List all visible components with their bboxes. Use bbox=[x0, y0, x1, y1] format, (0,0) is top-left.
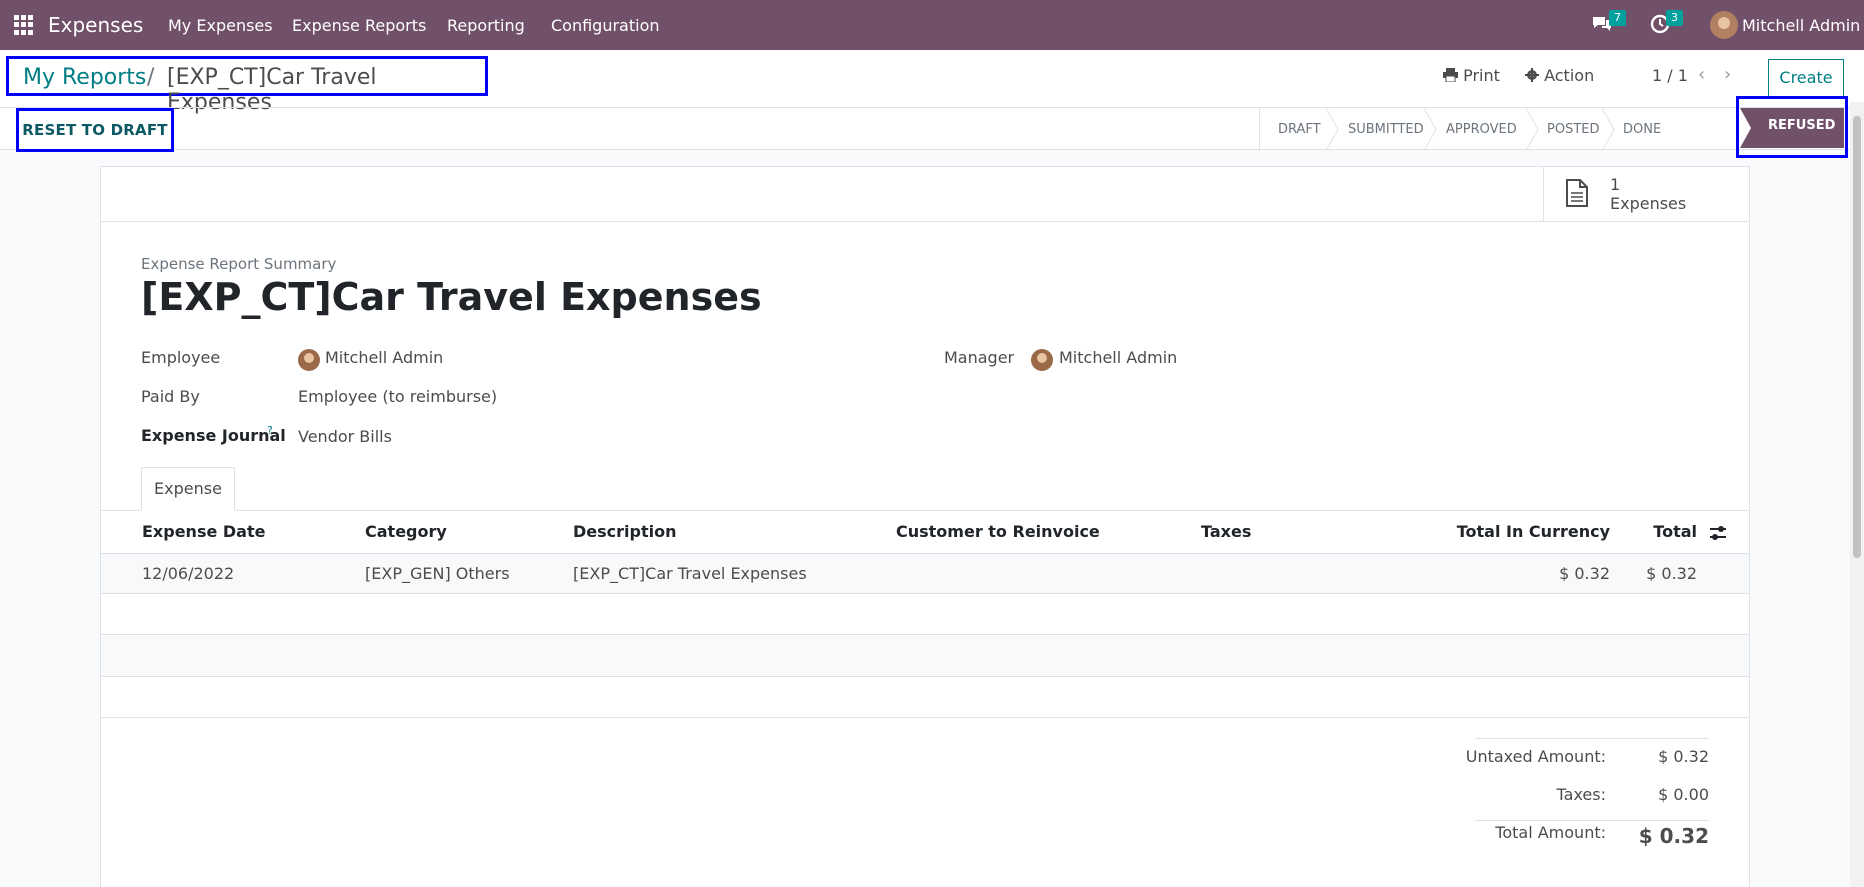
paid-by-field[interactable]: Employee (to reimburse) bbox=[298, 387, 497, 406]
breadcrumb-parent-link[interactable]: My Reports bbox=[23, 65, 146, 90]
print-button[interactable]: Print bbox=[1443, 66, 1500, 85]
manager-avatar bbox=[1031, 349, 1053, 371]
document-icon bbox=[1566, 179, 1588, 207]
cell-expense-date: 12/06/2022 bbox=[142, 564, 235, 583]
expense-journal-field[interactable]: Vendor Bills bbox=[298, 427, 392, 446]
cell-description: [EXP_CT]Car Travel Expenses bbox=[573, 564, 807, 583]
apps-menu-icon[interactable] bbox=[14, 15, 34, 35]
empty-row-line bbox=[101, 676, 1749, 677]
gear-icon bbox=[1525, 68, 1539, 82]
menu-my-expenses[interactable]: My Expenses bbox=[168, 16, 273, 35]
help-tooltip-icon[interactable]: ? bbox=[267, 424, 273, 437]
expenses-smart-button[interactable]: 1 Expenses bbox=[1543, 167, 1749, 222]
employee-label: Employee bbox=[141, 348, 221, 367]
app-name[interactable]: Expenses bbox=[48, 13, 143, 37]
taxes-label: Taxes: bbox=[1556, 785, 1606, 804]
menu-expense-reports[interactable]: Expense Reports bbox=[292, 16, 426, 35]
action-label: Action bbox=[1544, 66, 1595, 85]
create-button[interactable]: Create bbox=[1768, 59, 1844, 97]
status-refused-label: REFUSED bbox=[1768, 118, 1836, 133]
scrollbar-thumb[interactable] bbox=[1853, 116, 1861, 558]
control-panel: My Reports / [EXP_CT]Car Travel Expenses… bbox=[0, 50, 1864, 152]
total-amount-value: $ 0.32 bbox=[1638, 824, 1709, 848]
print-icon bbox=[1443, 68, 1458, 83]
untaxed-amount-value: $ 0.32 bbox=[1658, 747, 1709, 766]
manager-field[interactable]: Mitchell Admin bbox=[1059, 348, 1177, 367]
employee-avatar bbox=[298, 349, 320, 371]
activities-badge: 3 bbox=[1666, 10, 1683, 26]
manager-label: Manager bbox=[944, 348, 1015, 367]
status-bar: DRAFT SUBMITTED APPROVED POSTED DONE bbox=[1259, 108, 1661, 151]
column-total-in-currency[interactable]: Total In Currency bbox=[1381, 522, 1610, 541]
action-button[interactable]: Action bbox=[1525, 66, 1594, 85]
tab-divider bbox=[101, 510, 1749, 511]
report-subtitle: Expense Report Summary bbox=[141, 255, 337, 273]
cell-category: [EXP_GEN] Others bbox=[365, 564, 510, 583]
expenses-smart-label: Expenses bbox=[1610, 194, 1687, 213]
pager-next-icon[interactable]: › bbox=[1724, 64, 1731, 85]
pager-value[interactable]: 1 / 1 bbox=[1652, 66, 1688, 85]
optional-columns-sliders-icon[interactable] bbox=[1709, 525, 1727, 541]
status-approved[interactable]: APPROVED bbox=[1446, 108, 1517, 151]
totals-top-line bbox=[1475, 738, 1709, 739]
totals-divider bbox=[1475, 820, 1709, 821]
employee-field[interactable]: Mitchell Admin bbox=[325, 348, 443, 367]
status-done[interactable]: DONE bbox=[1623, 108, 1661, 151]
print-label: Print bbox=[1463, 66, 1500, 85]
column-category[interactable]: Category bbox=[365, 522, 447, 541]
menu-reporting[interactable]: Reporting bbox=[447, 16, 525, 35]
status-draft[interactable]: DRAFT bbox=[1278, 108, 1321, 151]
expenses-count: 1 bbox=[1610, 175, 1621, 194]
top-navbar: Expenses My Expenses Expense Reports Rep… bbox=[0, 0, 1864, 50]
table-bottom-line bbox=[101, 717, 1749, 718]
breadcrumb-separator: / bbox=[147, 65, 155, 90]
taxes-value: $ 0.00 bbox=[1658, 785, 1709, 804]
column-description[interactable]: Description bbox=[573, 522, 676, 541]
status-chevron-icon bbox=[1326, 108, 1339, 151]
total-amount-label: Total Amount: bbox=[1495, 823, 1606, 842]
menu-configuration[interactable]: Configuration bbox=[551, 16, 660, 35]
untaxed-amount-label: Untaxed Amount: bbox=[1465, 747, 1606, 766]
status-submitted[interactable]: SUBMITTED bbox=[1348, 108, 1424, 151]
cell-total: $ 0.32 bbox=[1646, 564, 1697, 583]
empty-row bbox=[101, 636, 1749, 676]
pager-previous-icon[interactable]: ‹ bbox=[1698, 64, 1705, 85]
status-chevron-icon bbox=[1424, 108, 1437, 151]
column-expense-date[interactable]: Expense Date bbox=[142, 522, 265, 541]
column-total[interactable]: Total bbox=[1601, 522, 1697, 541]
messages-badge: 7 bbox=[1609, 10, 1626, 26]
breadcrumb: My Reports / [EXP_CT]Car Travel Expenses bbox=[6, 56, 488, 115]
form-sheet: 1 Expenses Expense Report Summary [EXP_C… bbox=[100, 166, 1750, 887]
status-chevron-icon bbox=[1526, 108, 1539, 151]
reset-to-draft-button[interactable]: RESET TO DRAFT bbox=[16, 108, 174, 152]
button-box: 1 Expenses bbox=[101, 167, 1749, 222]
column-taxes[interactable]: Taxes bbox=[1201, 522, 1251, 541]
cell-total-in-currency: $ 0.32 bbox=[1559, 564, 1610, 583]
status-chevron-icon bbox=[1602, 108, 1615, 151]
status-refused-notch-icon bbox=[1740, 108, 1751, 148]
paid-by-label: Paid By bbox=[141, 387, 200, 406]
status-posted[interactable]: POSTED bbox=[1547, 108, 1600, 151]
tab-expense[interactable]: Expense bbox=[141, 467, 235, 511]
page-scrollbar[interactable] bbox=[1850, 102, 1864, 887]
column-customer-to-reinvoice[interactable]: Customer to Reinvoice bbox=[896, 522, 1100, 541]
user-menu[interactable]: Mitchell Admin bbox=[1742, 16, 1860, 35]
user-avatar[interactable] bbox=[1710, 11, 1738, 39]
report-title[interactable]: [EXP_CT]Car Travel Expenses bbox=[141, 275, 762, 319]
expense-journal-label: Expense Journal bbox=[141, 426, 286, 445]
